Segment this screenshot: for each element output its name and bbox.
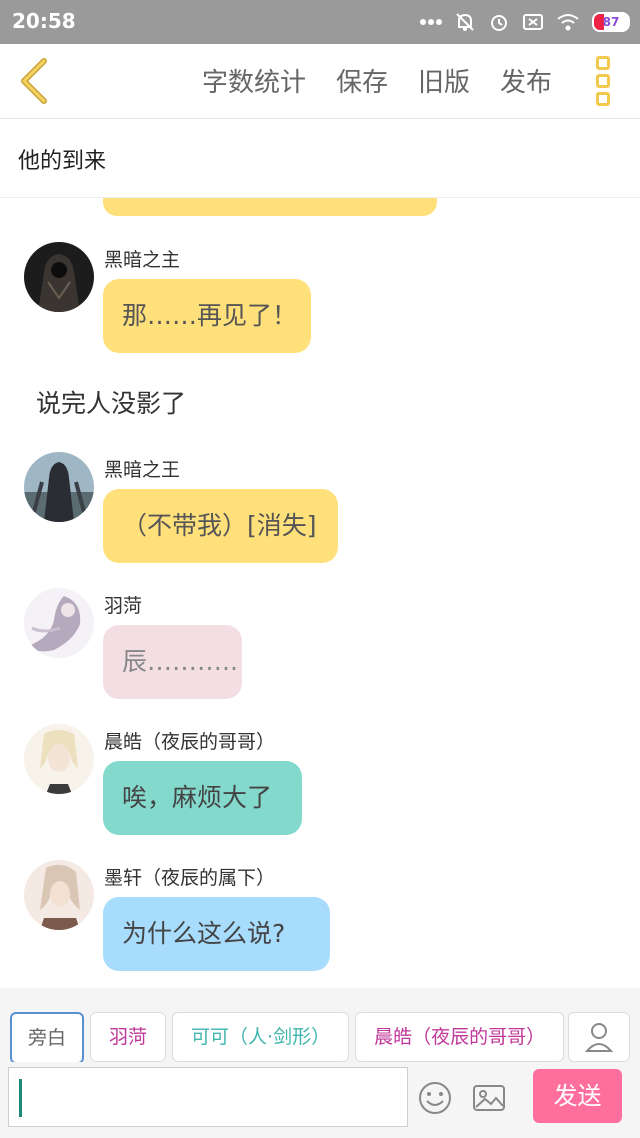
alarm-icon <box>491 15 507 31</box>
wifi-icon <box>557 14 579 31</box>
message-bubble-partial[interactable] <box>103 198 437 216</box>
avatar[interactable] <box>24 860 94 930</box>
avatar[interactable] <box>24 242 94 312</box>
avatar[interactable] <box>24 724 94 794</box>
message-bubble[interactable]: 辰……….. <box>103 625 242 699</box>
message-bubble[interactable]: 为什么这么说? <box>103 897 330 971</box>
word-count-button[interactable]: 字数统计 <box>202 62 306 99</box>
status-icons: 87 <box>420 8 630 36</box>
mute-bell-icon <box>456 13 474 31</box>
send-button[interactable]: 发送 <box>533 1069 622 1123</box>
text-caret <box>19 1079 22 1117</box>
status-bar: 20:58 87 <box>0 0 640 44</box>
story-title: 他的到来 <box>18 149 107 174</box>
role-chips: 旁白 羽菏 可可（人·剑形） 晨皓（夜辰的哥哥） <box>10 1012 570 1062</box>
message-input[interactable] <box>8 1067 408 1127</box>
avatar[interactable] <box>24 588 94 658</box>
message-bubble[interactable]: 那……再见了！ <box>103 279 311 353</box>
avatar[interactable] <box>24 452 94 522</box>
message-bubble[interactable]: 唉，麻烦大了 <box>103 761 302 835</box>
toolbar: 字数统计 保存 旧版 发布 <box>0 44 640 119</box>
message-sender: 晨皓（夜辰的哥哥） <box>104 731 276 753</box>
role-chip[interactable]: 羽菏 <box>90 1012 167 1062</box>
chat-area[interactable]: 黑暗之主 那……再见了！ 说完人没影了 黑暗之王 （不带我）[消失] 羽菏 辰…… <box>0 198 640 988</box>
message-sender: 墨轩（夜辰的属下） <box>104 867 276 889</box>
emoji-icon[interactable] <box>418 1081 452 1115</box>
story-title-bar[interactable]: 他的到来 <box>0 119 640 198</box>
sim-off-icon <box>523 14 543 30</box>
role-chip-narration[interactable]: 旁白 <box>10 1012 85 1062</box>
publish-button[interactable]: 发布 <box>500 62 552 99</box>
composer: 旁白 羽菏 可可（人·剑形） 晨皓（夜辰的哥哥） 发送 <box>0 988 640 1138</box>
image-icon[interactable] <box>472 1081 506 1115</box>
back-arrow-icon[interactable] <box>14 56 54 106</box>
narration-text[interactable]: 说完人没影了 <box>36 384 186 420</box>
more-menu-icon[interactable] <box>596 56 616 106</box>
old-version-button[interactable]: 旧版 <box>418 62 470 99</box>
message-sender: 黑暗之主 <box>104 249 181 271</box>
status-time: 20:58 <box>12 9 76 33</box>
user-icon[interactable] <box>568 1012 630 1062</box>
role-chip[interactable]: 晨皓（夜辰的哥哥） <box>355 1012 565 1062</box>
more-dots-icon <box>420 19 442 25</box>
battery-icon: 87 <box>592 12 630 32</box>
save-button[interactable]: 保存 <box>336 62 388 99</box>
message-bubble[interactable]: （不带我）[消失] <box>103 489 338 563</box>
toolbar-actions: 字数统计 保存 旧版 发布 <box>202 62 552 99</box>
message-sender: 黑暗之王 <box>104 459 181 481</box>
role-chip[interactable]: 可可（人·剑形） <box>172 1012 350 1062</box>
message-sender: 羽菏 <box>104 595 143 617</box>
